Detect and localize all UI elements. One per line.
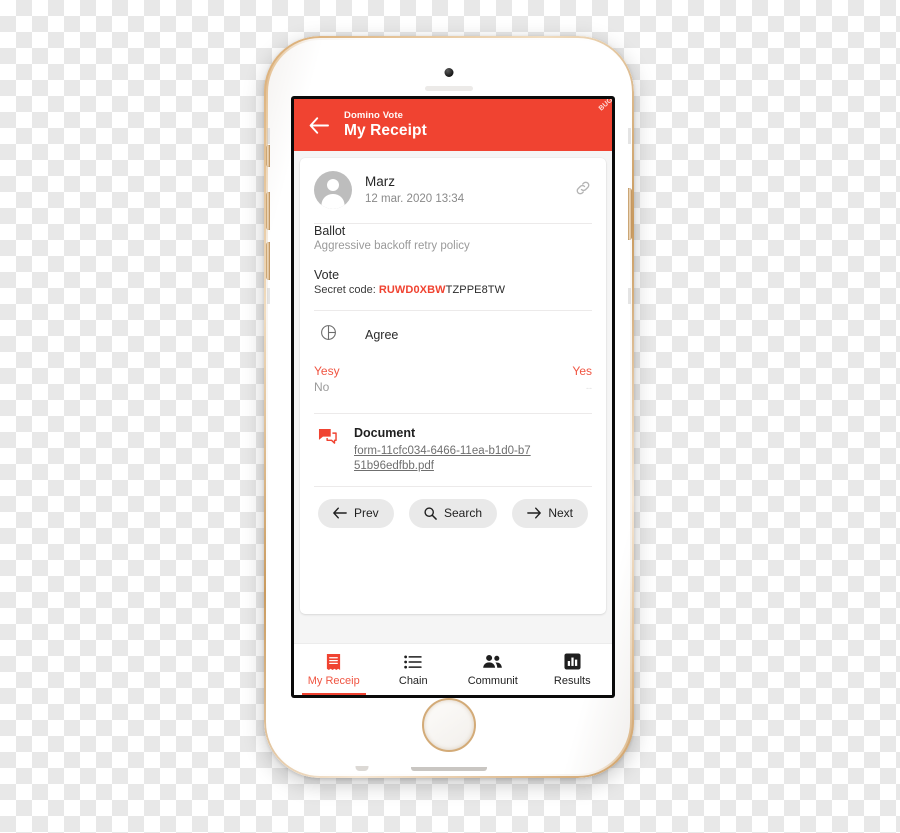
card-empty-space <box>314 544 592 614</box>
bug-ribbon-badge[interactable]: BUG <box>598 99 612 113</box>
prev-button[interactable]: Prev <box>318 498 394 528</box>
question-block: Agree Yesy Yes No -- <box>314 311 592 399</box>
pie-chart-icon <box>320 324 337 346</box>
power-button[interactable] <box>628 188 632 240</box>
search-button-label: Search <box>443 506 483 520</box>
bottom-speaker-grill <box>411 767 487 771</box>
receipt-icon <box>325 653 342 671</box>
volume-down-button[interactable] <box>266 242 270 280</box>
question-text: Agree <box>365 328 399 342</box>
nav-label-community: Communit <box>467 674 518 687</box>
arrow-left-icon <box>333 507 347 519</box>
home-button[interactable] <box>422 698 476 752</box>
bottom-navigation-bar: My Receip Chain Communit Results <box>294 643 612 695</box>
app-bar-titles: Domino Vote My Receipt <box>344 109 427 139</box>
vote-option-row[interactable]: Yesy Yes <box>314 363 592 379</box>
earpiece-speaker <box>425 86 473 91</box>
receipt-card: Marz 12 mar. 2020 13:34 Ballot Aggressiv… <box>300 158 606 614</box>
people-icon <box>482 653 503 671</box>
comment-bubbles-icon <box>318 428 337 451</box>
bar-chart-icon <box>564 653 581 671</box>
phone-body: Domino Vote My Receipt BUG Marz 12 mar. … <box>266 40 632 774</box>
antenna-band-right-bottom <box>628 288 631 304</box>
list-icon <box>404 653 422 671</box>
next-button-label: Next <box>548 506 573 520</box>
vote-option-value: -- <box>586 383 592 394</box>
search-icon <box>424 506 437 520</box>
screen-bezel: Domino Vote My Receipt BUG Marz 12 mar. … <box>291 96 615 698</box>
document-title: Document <box>354 426 416 441</box>
phone-screen: Domino Vote My Receipt BUG Marz 12 mar. … <box>294 99 612 695</box>
link-icon[interactable] <box>574 179 592 202</box>
volume-up-button[interactable] <box>266 192 270 230</box>
question-row: Agree <box>314 324 592 346</box>
antenna-band-left-top <box>267 128 270 144</box>
user-name: Marz <box>365 173 395 189</box>
prev-button-label: Prev <box>354 506 379 520</box>
antenna-band-left-bottom <box>267 288 270 304</box>
ballot-description: Aggressive backoff retry policy <box>314 240 470 252</box>
ballot-title: Ballot <box>314 224 346 238</box>
phone-device-frame: Domino Vote My Receipt BUG Marz 12 mar. … <box>264 36 634 778</box>
content-scroll-area[interactable]: Marz 12 mar. 2020 13:34 Ballot Aggressiv… <box>294 151 612 643</box>
ballot-section: Ballot Aggressive backoff retry policy <box>314 224 592 268</box>
document-filename-link[interactable]: form-11cfc034-6466-11ea-b1d0-b751b96edfb… <box>354 444 532 474</box>
active-tab-underline <box>302 692 366 695</box>
nav-label-chain: Chain <box>398 674 428 687</box>
vote-section: Vote Secret code: RUWD0XBWTZPPE8TW <box>314 268 592 310</box>
nav-label-my-receipt: My Receip <box>307 674 360 687</box>
document-block: Document form-11cfc034-6466-11ea-b1d0-b7… <box>314 414 592 485</box>
secret-code-rest: TZPPE8TW <box>445 284 506 296</box>
receipt-timestamp: 12 mar. 2020 13:34 <box>365 192 465 205</box>
vote-option-value: Yes <box>572 364 592 378</box>
secret-code-label: Secret code: <box>314 284 379 296</box>
secret-code-line: Secret code: RUWD0XBWTZPPE8TW <box>314 284 592 296</box>
person-avatar-icon <box>314 171 352 209</box>
app-bar: Domino Vote My Receipt BUG <box>294 99 612 151</box>
page-title: My Receipt <box>344 121 427 139</box>
antenna-band-right-top <box>628 128 631 144</box>
nav-label-results: Results <box>553 674 591 687</box>
nav-item-my-receipt[interactable]: My Receip <box>294 644 374 695</box>
silent-switch-button[interactable] <box>266 145 270 167</box>
nav-item-results[interactable]: Results <box>533 644 613 695</box>
user-header-row: Marz 12 mar. 2020 13:34 <box>314 158 592 223</box>
secret-code-highlight: RUWD0XBW <box>378 284 446 296</box>
front-camera-icon <box>444 68 454 77</box>
vote-option-label: Yesy <box>314 364 340 378</box>
vote-option-row[interactable]: No -- <box>314 379 592 395</box>
vote-options-list: Yesy Yes No -- <box>314 363 592 395</box>
nav-item-community[interactable]: Communit <box>453 644 533 695</box>
app-name-label: Domino Vote <box>344 109 403 121</box>
user-meta: Marz 12 mar. 2020 13:34 <box>365 174 574 206</box>
next-button[interactable]: Next <box>512 498 588 528</box>
headphone-jack <box>355 766 369 771</box>
back-button[interactable] <box>306 112 332 138</box>
action-buttons-row: Prev Search Next <box>314 487 592 544</box>
nav-item-chain[interactable]: Chain <box>374 644 454 695</box>
search-button[interactable]: Search <box>408 498 498 528</box>
document-meta: Document form-11cfc034-6466-11ea-b1d0-b7… <box>354 425 592 473</box>
arrow-right-icon <box>527 507 542 519</box>
vote-title: Vote <box>314 268 340 282</box>
vote-option-label: No <box>314 380 330 395</box>
